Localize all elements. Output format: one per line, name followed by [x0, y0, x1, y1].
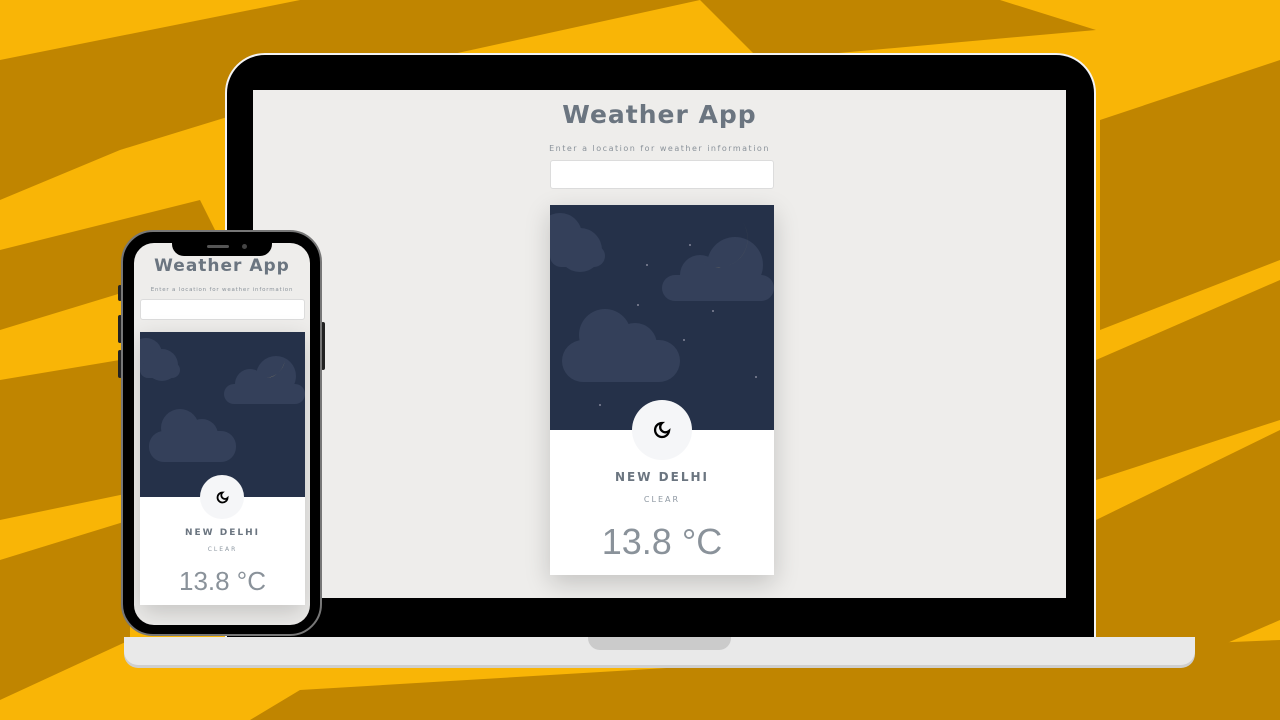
- weather-condition: CLEAR: [207, 546, 238, 553]
- night-clear-icon: [632, 400, 692, 460]
- laptop-notch: [588, 637, 731, 650]
- weather-card: NEW DELHI CLEAR 13.8 °C: [550, 205, 774, 575]
- location-input[interactable]: [550, 160, 774, 189]
- temperature: 13.8 °C: [601, 521, 723, 562]
- laptop-screen: Weather App Enter a location for weather…: [253, 90, 1066, 598]
- city-name: NEW DELHI: [615, 470, 709, 484]
- search-label: Enter a location for weather information: [549, 144, 770, 153]
- night-sky: [140, 332, 305, 497]
- phone-notch: [172, 241, 272, 256]
- app-title: Weather App: [154, 256, 290, 276]
- location-input[interactable]: [140, 299, 305, 320]
- search-label: Enter a location for weather information: [150, 287, 294, 293]
- weather-condition: CLEAR: [643, 495, 681, 504]
- phone-camera: [242, 244, 247, 249]
- app-title: Weather App: [562, 100, 757, 129]
- city-name: NEW DELHI: [185, 528, 260, 538]
- weather-card: NEW DELHI CLEAR 13.8 °C: [140, 332, 305, 605]
- night-sky: [550, 205, 774, 430]
- night-sky-illustration: [140, 338, 305, 462]
- night-sky-illustration: [550, 213, 774, 406]
- temperature: 13.8 °C: [178, 566, 266, 596]
- night-clear-icon: [200, 475, 244, 519]
- phone-speaker: [207, 245, 229, 248]
- phone-screen: Weather App Enter a location for weather…: [134, 243, 310, 625]
